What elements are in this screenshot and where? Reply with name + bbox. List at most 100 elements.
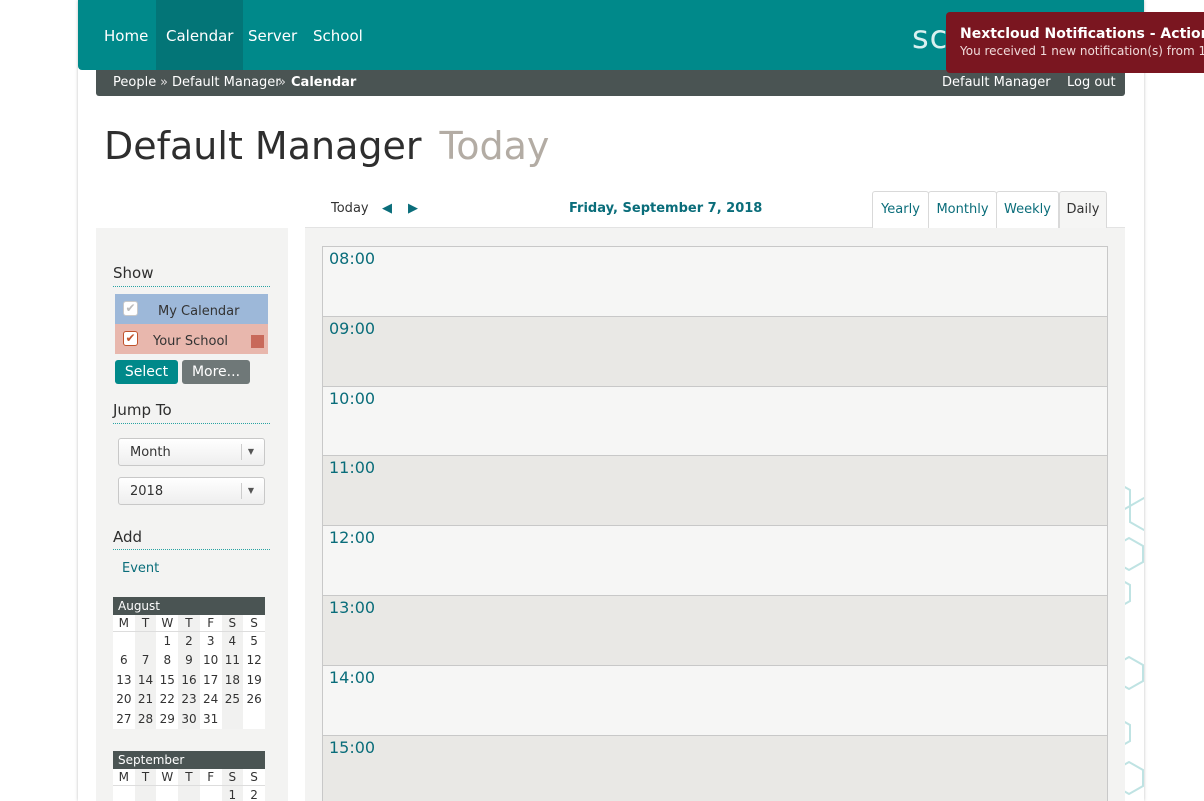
day-cell[interactable]: 29 [156,709,178,729]
day-cell[interactable]: 2 [178,631,200,651]
day-cell[interactable] [134,631,157,651]
dow-label: T [178,615,200,632]
day-cell[interactable]: 9 [178,650,200,670]
day-cell[interactable]: 14 [134,670,157,690]
day-cell[interactable]: 20 [113,690,135,710]
day-cell[interactable]: 23 [178,689,200,709]
time-slot[interactable]: 08:00 [323,247,1107,317]
day-cell[interactable]: 24 [200,690,222,710]
day-cell[interactable]: 13 [113,670,135,690]
day-cell[interactable]: 21 [134,689,157,709]
dow-label: S [243,615,265,632]
tab-weekly[interactable]: Weekly [996,191,1059,228]
checkbox-icon[interactable]: ✔ [123,331,138,346]
today-button[interactable]: Today [331,201,369,216]
dow-label: W [156,615,179,632]
select-button[interactable]: Select [115,360,178,384]
hour-label: 15:00 [329,737,376,757]
day-cell[interactable] [243,709,265,729]
day-cell[interactable]: 6 [113,651,135,671]
dow-label: F [199,769,222,786]
previous-day-icon[interactable]: ◀ [382,201,392,216]
time-slot[interactable]: 13:00 [323,595,1107,666]
dow-label: T [134,615,157,632]
dow-label: M [113,769,135,786]
page-title: Default Manager Today [104,124,549,168]
day-cell[interactable] [134,785,157,801]
mini-calendar-grid: M T W T F S S 1 2 3 4 5 6 7 8 9 10 11 12… [113,615,265,729]
day-cell[interactable] [200,785,222,801]
day-cell[interactable]: 1 [156,631,178,651]
time-slot[interactable]: 10:00 [323,386,1107,457]
hour-label: 09:00 [329,318,376,338]
day-cell[interactable] [113,785,135,801]
day-cell[interactable]: 16 [178,670,200,690]
day-cell[interactable] [156,785,178,801]
dow-label: W [156,769,179,786]
day-cell[interactable]: 26 [243,690,265,710]
time-slot[interactable]: 12:00 [323,526,1107,596]
user-link[interactable]: Default Manager [942,75,1051,90]
tab-monthly[interactable]: Monthly [928,191,997,228]
day-cell[interactable]: 11 [221,650,244,670]
nav-school[interactable]: School [303,0,373,70]
notification-toast[interactable]: Nextcloud Notifications - Action R You r… [946,12,1204,73]
next-day-icon[interactable]: ▶ [408,201,418,216]
day-cell[interactable]: 4 [221,631,244,651]
mini-calendar-month[interactable]: August [113,597,265,615]
jump-year-value: 2018 [130,484,164,499]
day-cell[interactable]: 5 [243,631,265,651]
brand-logo[interactable]: sc [912,18,948,56]
day-cell[interactable]: 30 [178,709,200,729]
hour-label: 14:00 [329,667,376,687]
time-slot[interactable]: 11:00 [323,456,1107,527]
day-cell[interactable]: 7 [134,650,157,670]
day-cell[interactable]: 25 [221,689,244,709]
jump-year-select[interactable]: 2018 ▼ [118,477,265,505]
day-cell[interactable]: 2 [243,785,265,801]
day-cell[interactable] [178,785,200,801]
divider [241,483,242,499]
day-cell[interactable]: 15 [156,670,178,690]
show-title: Show [113,264,154,282]
day-cell[interactable]: 31 [200,709,222,729]
dow-label: T [134,769,157,786]
day-cell[interactable]: 10 [200,651,222,671]
time-slot[interactable]: 15:00 [323,735,1107,801]
day-cell[interactable] [113,631,135,651]
day-cell[interactable]: 18 [221,670,244,690]
day-cell[interactable]: 3 [200,631,222,651]
time-slot[interactable]: 14:00 [323,665,1107,736]
page-title-name: Default Manager [104,124,422,168]
breadcrumb-bar: People » Default Manager » Calendar Defa… [96,70,1125,96]
day-cell[interactable] [221,709,244,729]
time-slot[interactable]: 09:00 [323,316,1107,387]
day-cell[interactable]: 8 [156,651,178,671]
day-cell[interactable]: 17 [200,670,222,690]
tab-daily[interactable]: Daily [1059,191,1107,229]
checkbox-icon[interactable]: ✔ [123,301,138,316]
breadcrumb-default-manager[interactable]: Default Manager [172,75,281,90]
tab-yearly[interactable]: Yearly [872,191,929,228]
notification-title: Nextcloud Notifications - Action R [960,26,1204,42]
day-cell[interactable]: 1 [221,785,244,801]
mini-calendar-month[interactable]: September [113,751,265,769]
calendar-toggle-my-calendar[interactable]: ✔ My Calendar [115,294,268,324]
logout-link[interactable]: Log out [1067,75,1116,90]
breadcrumb-people[interactable]: People [113,75,156,90]
day-cell[interactable]: 27 [113,709,135,729]
nav-server[interactable]: Server [238,0,307,70]
more-button[interactable]: More... [182,360,250,384]
jump-month-select[interactable]: Month ▼ [118,438,265,466]
calendar-toggle-your-school[interactable]: ✔ Your School [115,324,268,354]
nav-calendar[interactable]: Calendar [156,0,244,70]
dow-label: S [221,615,244,632]
dow-label: T [178,769,200,786]
day-cell[interactable]: 19 [243,670,265,690]
day-cell[interactable]: 22 [156,690,178,710]
add-event-link[interactable]: Event [122,561,159,576]
day-cell[interactable]: 12 [243,651,265,671]
day-cell[interactable]: 28 [134,709,157,729]
jump-month-value: Month [130,445,171,460]
nav-home[interactable]: Home [94,0,158,70]
